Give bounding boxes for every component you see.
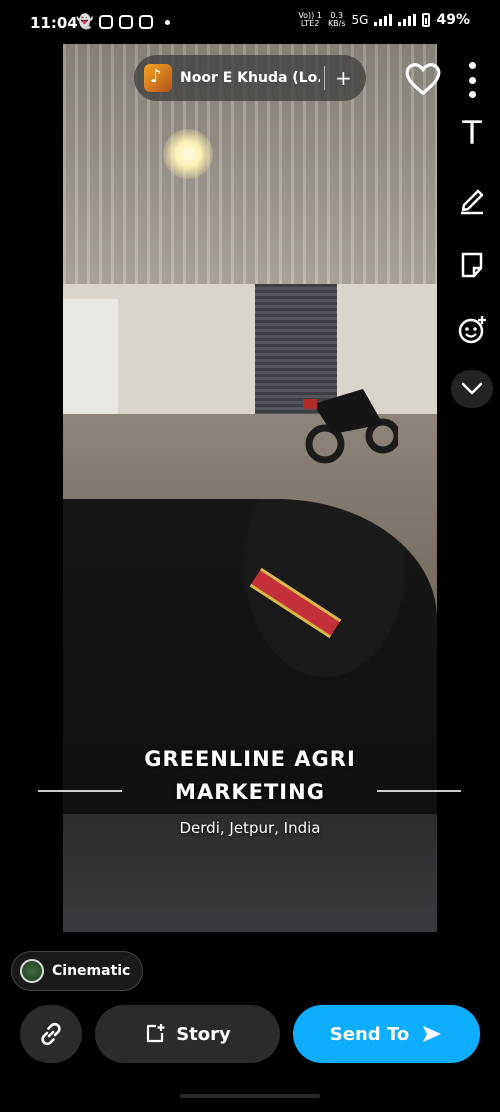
network-type: 5G xyxy=(351,13,369,27)
ceiling-light xyxy=(163,129,213,179)
caption-title-line1: GREENLINE AGRI xyxy=(144,747,356,771)
sticker-icon[interactable] xyxy=(452,245,492,285)
status-time: 11:04 xyxy=(30,14,78,32)
text-icon[interactable]: T xyxy=(452,113,492,153)
story-label: Story xyxy=(176,1023,231,1045)
link-icon xyxy=(41,1022,61,1046)
cinematic-lens-chip[interactable]: Cinematic xyxy=(11,951,144,991)
caption-title: GREENLINE AGRI MARKETING xyxy=(63,743,437,809)
home-indicator xyxy=(180,1094,320,1098)
signal-icon xyxy=(374,14,393,26)
heart-icon[interactable] xyxy=(404,60,442,98)
status-right: Vo)) 1 LTE2 0.3 KB/s 5G 49% xyxy=(298,12,470,29)
caption-title-line2: MARKETING xyxy=(175,780,325,804)
more-notifications-icon xyxy=(165,19,171,25)
bottom-action-bar: Story Send To xyxy=(0,1000,500,1070)
speed-indicator: 0.3 KB/s xyxy=(328,12,346,28)
speed-unit: KB/s xyxy=(327,19,346,28)
instagram-icon xyxy=(139,15,154,29)
music-pill[interactable]: Noor E Khuda (Lo... + xyxy=(134,55,366,101)
battery-icon xyxy=(422,13,431,27)
send-arrow-icon xyxy=(423,1026,442,1042)
stacked-boxes xyxy=(63,299,118,429)
snapchat-icon: 👻 xyxy=(76,14,94,30)
album-art-icon xyxy=(144,64,172,92)
cinematic-label: Cinematic xyxy=(52,963,131,979)
story-button[interactable]: Story xyxy=(95,1005,280,1063)
pencil-icon[interactable] xyxy=(452,180,492,220)
music-divider xyxy=(324,66,325,90)
lens-icon[interactable] xyxy=(452,310,492,350)
location-caption[interactable]: GREENLINE AGRI MARKETING Derdi, Jetpur, … xyxy=(63,743,437,837)
attach-link-button[interactable] xyxy=(20,1005,82,1063)
instagram-icon xyxy=(119,15,134,29)
music-title: Noor E Khuda (Lo... xyxy=(180,70,320,86)
add-music-button[interactable]: + xyxy=(335,66,352,90)
notification-icons: 👻 xyxy=(76,14,171,30)
status-bar: 11:04 👻 Vo)) 1 LTE2 0.3 KB/s 5G 49% xyxy=(0,0,500,44)
send-to-label: Send To xyxy=(329,1023,410,1045)
caption-location: Derdi, Jetpur, India xyxy=(179,819,321,837)
lte-label: LTE2 xyxy=(300,19,320,28)
more-options-icon[interactable] xyxy=(466,62,478,98)
instagram-icon xyxy=(99,15,114,29)
volte-indicator: Vo)) 1 LTE2 xyxy=(298,12,322,28)
chevron-down-icon[interactable] xyxy=(451,370,493,408)
signal-icon xyxy=(398,14,417,26)
motorcycle-image xyxy=(303,389,398,464)
send-to-button[interactable]: Send To xyxy=(293,1005,480,1063)
add-story-icon xyxy=(147,1024,165,1043)
cinematic-lens-icon xyxy=(20,959,44,983)
battery-percent: 49% xyxy=(436,12,470,28)
